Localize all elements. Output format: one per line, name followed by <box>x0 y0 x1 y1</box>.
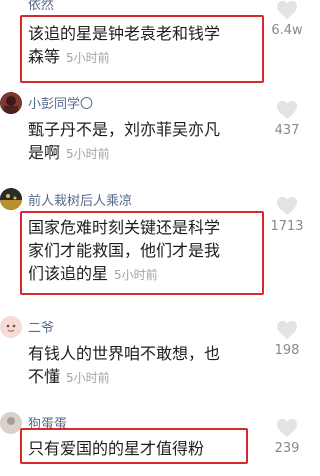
highlight-box <box>20 15 264 83</box>
avatar[interactable] <box>0 92 22 114</box>
like-count: 1713 <box>270 219 304 234</box>
like-button[interactable]: 198 <box>269 320 305 358</box>
like-button[interactable]: 6.4w <box>269 0 305 38</box>
like-count: 198 <box>274 343 300 358</box>
heart-icon <box>277 320 297 340</box>
like-button[interactable]: 437 <box>269 100 305 138</box>
heart-icon <box>277 0 297 20</box>
like-button[interactable]: 1713 <box>269 196 305 234</box>
like-count: 239 <box>274 441 300 456</box>
like-button[interactable]: 239 <box>269 418 305 456</box>
heart-icon <box>277 418 297 438</box>
comment-item: 小彭同学〇 甄子丹不是，刘亦菲吴亦凡 是啊 5小时前 437 <box>0 88 309 184</box>
comment-text: 有钱人的世界咱不敢想，也 不懂 5小时前 <box>28 344 221 386</box>
heart-icon <box>277 196 297 216</box>
heart-icon <box>277 100 297 120</box>
highlight-box <box>20 211 264 295</box>
avatar[interactable] <box>0 188 22 210</box>
comment-text: 甄子丹不是，刘亦菲吴亦凡 是啊 5小时前 <box>28 120 221 162</box>
avatar[interactable] <box>0 412 22 434</box>
comment-username[interactable]: 二爷 <box>28 317 54 336</box>
comment-username[interactable]: 前人栽树后人乘凉 <box>28 190 132 209</box>
comment-item: 二爷 有钱人的世界咱不敢想，也 不懂 5小时前 198 <box>0 310 309 406</box>
like-count: 6.4w <box>271 23 303 38</box>
like-count: 437 <box>274 123 300 138</box>
comment-username[interactable]: 依然 <box>28 0 54 13</box>
comment-username[interactable]: 小彭同学〇 <box>28 93 93 112</box>
highlight-box <box>20 428 248 464</box>
avatar[interactable] <box>0 316 22 338</box>
comment-list: 依然 该追的星是钟老袁老和钱学 森等 5小时前 6.4w 小彭同学〇 甄子丹不是，… <box>0 0 309 476</box>
comment-time: 5小时前 <box>66 371 110 385</box>
comment-time: 5小时前 <box>66 147 110 161</box>
